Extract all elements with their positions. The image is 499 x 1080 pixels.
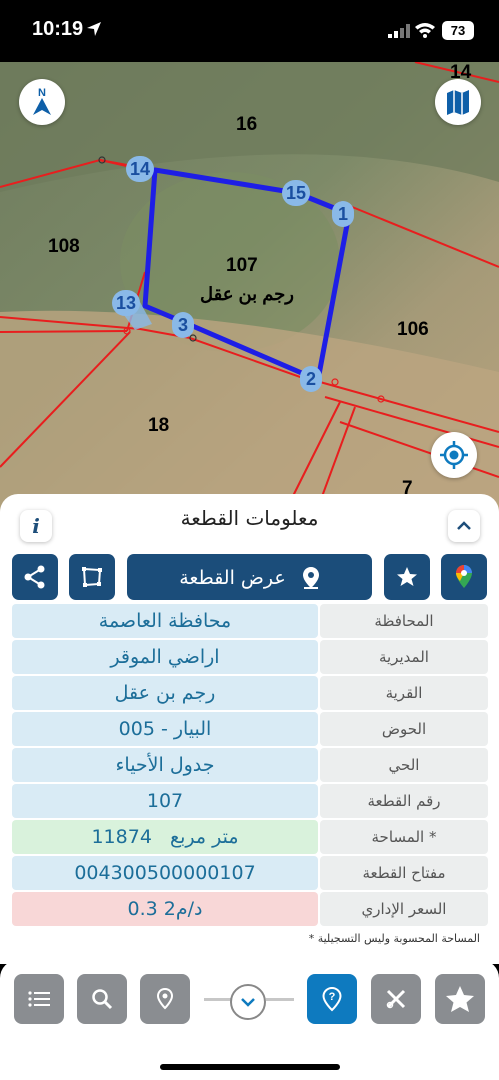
directorate-key: المديرية [320,640,488,674]
parcel-info-sheet: i معلومات القطعة عرض القطعة محافظة العاص… [0,494,499,964]
status-bar: 10:19 73 [0,0,499,62]
map-view[interactable]: 14 16 108 107 رجم بن عقل 106 18 7 14 15 … [0,62,499,512]
cellular-signal-icon [388,24,410,38]
toolbar-divider-left [204,998,232,1001]
star-icon [397,567,417,586]
help-button[interactable]: ? [307,974,357,1024]
vertex-14[interactable]: 14 [126,156,154,182]
star-badge-icon [446,986,474,1012]
vertex-15[interactable]: 15 [282,180,310,206]
favorite-button[interactable] [384,554,430,600]
row-parcel-key: 004300500000107 مفتاح القطعة [12,856,488,890]
area-footnote: * المساحة المحسوبة وليس التسجيلية [308,932,480,945]
parcel-key-key: مفتاح القطعة [320,856,488,890]
svg-text:N: N [38,87,46,99]
admin-price-key: السعر الإداري [320,892,488,926]
view-parcel-label: عرض القطعة [179,566,286,589]
parcel-label-107: 107 [226,255,258,276]
collapse-button[interactable] [448,510,480,542]
parcel-number-key: رقم القطعة [320,784,488,818]
toolbar-expand-button[interactable] [230,984,266,1020]
basin-key: الحوض [320,712,488,746]
parcel-name-label: رجم بن عقل [200,284,294,304]
directorate-value: اراضي الموقر [12,640,318,674]
measure-tools-button[interactable] [371,974,421,1024]
location-pin-icon [302,566,319,589]
row-area: 11874 متر مربع المساحة * [12,820,488,854]
svg-text:?: ? [329,991,336,1003]
row-directorate: اراضي الموقر المديرية [12,640,488,674]
map-layers-button[interactable] [435,79,481,125]
search-icon [92,989,113,1010]
battery-indicator: 73 [442,21,474,40]
vertex-1[interactable]: 1 [332,201,354,227]
compass-button[interactable]: N [19,79,65,125]
parcel-label-108: 108 [48,236,80,257]
row-governorate: محافظة العاصمة المحافظة [12,604,488,638]
location-search-button[interactable] [140,974,190,1024]
google-maps-button[interactable] [441,554,487,600]
parcel-number-value: 107 [12,784,318,818]
basin-value: البيار - 005 [12,712,318,746]
neighborhood-value: جدول الأحياء [12,748,318,782]
neighborhood-key: الحي [320,748,488,782]
parcel-info-table: محافظة العاصمة المحافظة اراضي الموقر الم… [12,604,488,928]
row-basin: البيار - 005 الحوض [12,712,488,746]
parcel-key-value: 004300500000107 [12,856,318,890]
vertex-13[interactable]: 13 [112,290,140,316]
polygon-button[interactable] [69,554,115,600]
wifi-icon [415,23,435,38]
village-value: رجم بن عقل [12,676,318,710]
area-value: 11874 متر مربع [12,820,318,854]
admin-price-value: 0.3 د/م2 [12,892,318,926]
view-parcel-button[interactable]: عرض القطعة [127,554,372,600]
list-button[interactable] [14,974,64,1024]
home-indicator-area [0,1036,499,1080]
row-parcel-number: 107 رقم القطعة [12,784,488,818]
location-arrow-icon [87,22,101,36]
list-icon [28,991,50,1007]
polygon-shape-icon [82,567,102,587]
tools-icon [386,989,406,1009]
area-key: المساحة * [320,820,488,854]
locate-crosshair-icon [440,441,468,469]
chevron-up-icon [457,521,471,530]
north-arrow-icon: N [33,87,51,115]
row-village: رجم بن عقل القرية [12,676,488,710]
chevron-down-icon [241,998,255,1007]
bottom-toolbar: ? [0,960,499,1036]
favorites-button[interactable] [435,974,485,1024]
parcel-label-106: 106 [397,319,429,340]
question-pin-icon: ? [322,986,342,1012]
search-button[interactable] [77,974,127,1024]
toolbar-divider-right [266,998,294,1001]
share-button[interactable] [12,554,58,600]
status-time: 10:19 [32,18,84,40]
parcel-label-18: 18 [148,415,170,436]
map-icon [447,90,469,115]
governorate-value: محافظة العاصمة [12,604,318,638]
parcel-label-16: 16 [236,114,258,135]
row-admin-price: 0.3 د/م2 السعر الإداري [12,892,488,926]
sheet-title: معلومات القطعة [180,506,319,530]
vertex-2[interactable]: 2 [300,366,322,392]
row-neighborhood: جدول الأحياء الحي [12,748,488,782]
governorate-key: المحافظة [320,604,488,638]
my-location-button[interactable] [431,432,477,478]
village-key: القرية [320,676,488,710]
home-indicator[interactable] [160,1064,340,1070]
share-icon [24,565,45,589]
vertex-3[interactable]: 3 [172,312,194,338]
map-pin-icon [156,987,174,1010]
google-maps-icon [456,565,472,588]
